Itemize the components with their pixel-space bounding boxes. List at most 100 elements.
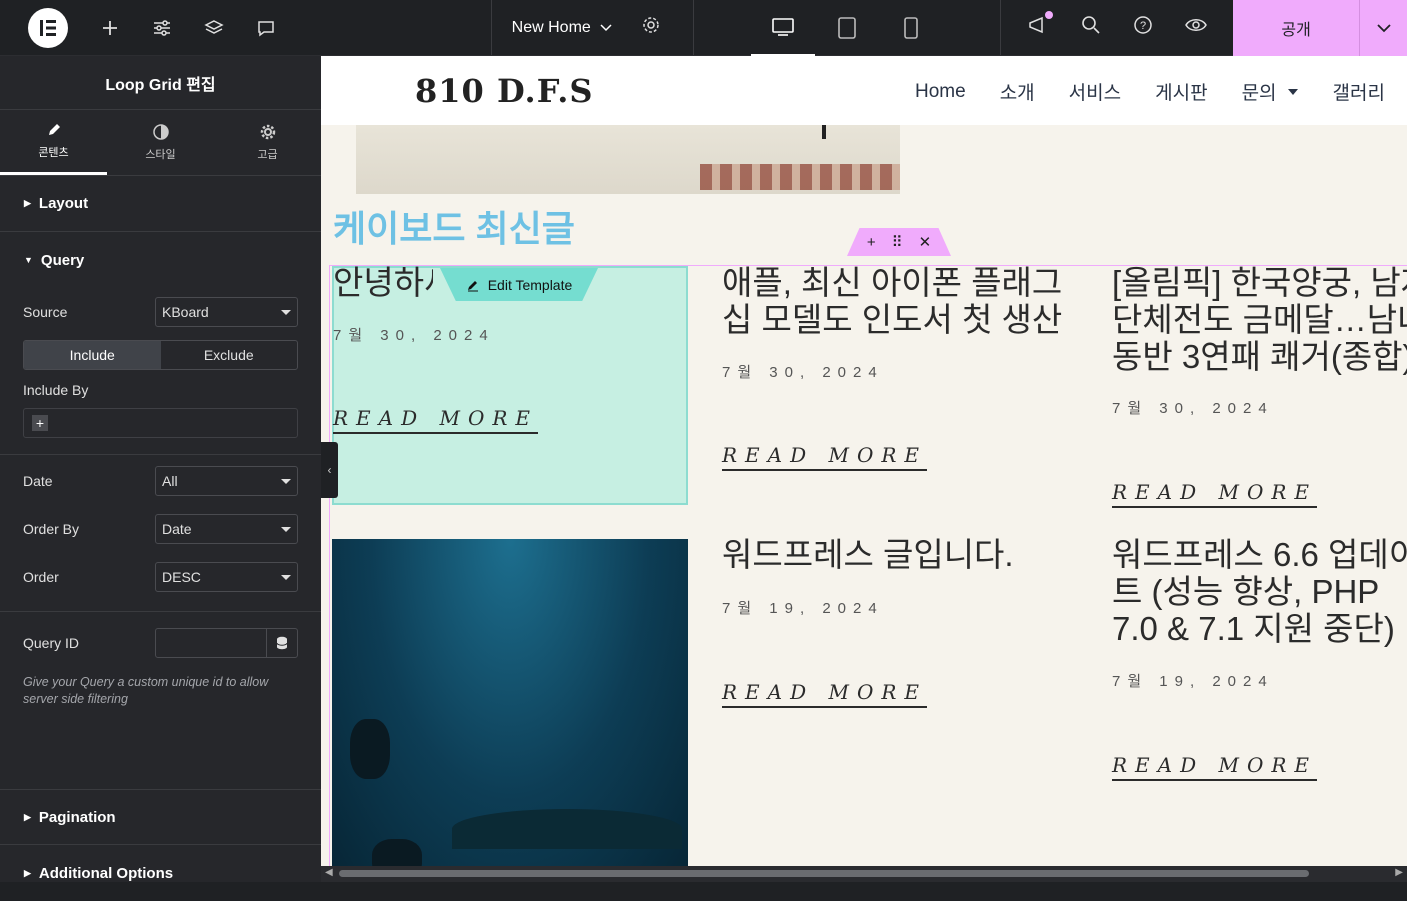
chevron-down-icon [1376, 24, 1391, 33]
edit-template-button[interactable]: Edit Template [440, 268, 598, 301]
caret-down-icon: ▼ [24, 255, 33, 265]
site-logo[interactable]: 810 D.F.S [415, 72, 593, 110]
caret-down-icon [1287, 88, 1298, 95]
read-more-link[interactable]: READ MORE [1112, 753, 1318, 781]
include-tab[interactable]: Include [24, 341, 161, 369]
caret-right-icon: ▶ [24, 867, 31, 878]
page-settings-icon[interactable] [641, 15, 661, 40]
help-icon[interactable]: ? [1133, 15, 1153, 40]
plus-icon[interactable]: + [867, 234, 876, 251]
pencil-icon [467, 280, 478, 291]
tab-content[interactable]: 콘텐츠 [0, 110, 107, 175]
section-additional-options[interactable]: ▶ Additional Options [0, 845, 321, 901]
preview-eye-icon[interactable] [1185, 17, 1207, 38]
tab-label: 콘텐츠 [38, 147, 69, 159]
section-layout[interactable]: ▶ Layout [0, 176, 321, 232]
responsive-modes [694, 0, 1002, 56]
post-title[interactable]: 워드프레스 글입니다. [722, 536, 1077, 573]
contrast-icon [152, 123, 169, 140]
publish-button[interactable]: 공개 [1233, 0, 1360, 56]
tab-advanced[interactable]: 고급 [214, 110, 321, 175]
scrollbar-thumb[interactable] [339, 870, 1309, 877]
source-value: KBoard [162, 304, 209, 320]
horizontal-scrollbar[interactable]: ◀ ▶ [321, 866, 1407, 882]
source-label: Source [23, 304, 68, 320]
date-value: All [162, 473, 178, 489]
query-id-label: Query ID [23, 635, 80, 651]
nav-home[interactable]: Home [915, 78, 966, 105]
nav-about[interactable]: 소개 [1000, 78, 1035, 105]
page-selector[interactable]: New Home [492, 0, 694, 55]
section-label: Query [40, 251, 85, 269]
date-select[interactable]: All [155, 466, 298, 496]
post-title[interactable]: [올림픽] 한국양궁, 남자 단체전도 금메달…남녀 동반 3연패 쾌거(종합) [1112, 264, 1407, 375]
container-handle[interactable]: + ⠿ ✕ [847, 228, 951, 256]
topbar-tools: ? [1001, 0, 1233, 55]
post-title[interactable]: 안녕하세 [333, 264, 433, 301]
publish-options-button[interactable] [1359, 0, 1407, 56]
drag-handle-icon[interactable]: ⠿ [892, 233, 903, 251]
query-id-input[interactable] [155, 628, 298, 658]
section-heading: 케이보드 최신글 [333, 208, 575, 249]
nav-contact[interactable]: 문의 [1242, 78, 1299, 105]
chevron-down-icon [600, 23, 612, 31]
image-detail [700, 164, 900, 190]
exclude-tab[interactable]: Exclude [161, 341, 298, 369]
site-header: 810 D.F.S Home 소개 서비스 게시판 문의 갤러리 [321, 56, 1407, 125]
layers-icon[interactable] [188, 0, 240, 56]
include-by-field[interactable]: + [23, 408, 298, 438]
order-control: Order DESC [0, 553, 321, 601]
mobile-icon[interactable] [879, 0, 943, 56]
section-label: Layout [38, 195, 89, 212]
divider [0, 454, 321, 455]
nav-services[interactable]: 서비스 [1069, 78, 1121, 105]
caret-down-icon [281, 309, 291, 315]
gear-icon [260, 124, 275, 139]
orderby-control: Order By Date [0, 505, 321, 553]
read-more-link[interactable]: READ MORE [333, 406, 539, 434]
whats-new-icon[interactable] [1027, 11, 1054, 40]
order-value: DESC [162, 569, 201, 585]
elementor-logo[interactable] [28, 7, 68, 48]
read-more-link[interactable]: READ MORE [722, 680, 928, 708]
section-pagination[interactable]: ▶ Pagination [0, 789, 321, 845]
scroll-left-icon[interactable]: ◀ [325, 867, 333, 878]
tablet-icon[interactable] [815, 0, 879, 56]
date-control: Date All [0, 457, 321, 505]
read-more-link[interactable]: READ MORE [1112, 480, 1318, 508]
tab-style[interactable]: 스타일 [107, 110, 214, 175]
scroll-right-icon[interactable]: ▶ [1395, 867, 1403, 878]
read-more-link[interactable]: READ MORE [722, 443, 928, 471]
nav-board[interactable]: 게시판 [1155, 78, 1207, 105]
container-outline [329, 265, 330, 866]
post-date: 7월 30, 2024 [1112, 400, 1274, 417]
orderby-select[interactable]: Date [155, 514, 298, 544]
section-query[interactable]: ▼ Query [0, 232, 321, 288]
loop-item-editing[interactable]: Edit Template [332, 266, 688, 505]
desktop-icon[interactable] [750, 0, 815, 56]
collapse-panel-button[interactable]: ‹ [321, 442, 338, 498]
caret-down-icon [281, 574, 291, 580]
search-icon[interactable] [1081, 15, 1101, 40]
image-detail [452, 809, 682, 849]
post-title[interactable]: 애플, 최신 아이폰 플래그십 모델도 인도서 첫 생산 [722, 264, 1077, 338]
database-icon[interactable] [266, 629, 297, 657]
nav-gallery[interactable]: 갤러리 [1333, 78, 1385, 105]
comments-icon[interactable] [240, 0, 292, 56]
post-title[interactable]: 워드프레스 6.6 업데이트 (성능 향상, PHP 7.0 & 7.1 지원 … [1112, 536, 1407, 647]
plus-icon[interactable]: + [32, 415, 48, 431]
site-settings-icon[interactable] [136, 0, 188, 56]
page-name: New Home [511, 18, 591, 36]
image-detail [350, 719, 390, 779]
add-element-icon[interactable] [84, 0, 136, 56]
post-thumbnail[interactable] [332, 539, 688, 866]
tab-label: 스타일 [145, 148, 176, 161]
chevron-left-icon: ‹ [327, 463, 332, 477]
order-select[interactable]: DESC [155, 562, 298, 592]
panel-title: Loop Grid 편집 [0, 56, 321, 110]
source-select[interactable]: KBoard [155, 297, 298, 327]
caret-right-icon: ▶ [24, 198, 31, 208]
post-date: 7월 19, 2024 [1112, 673, 1274, 690]
nav-contact-label: 문의 [1241, 83, 1277, 104]
close-icon[interactable]: ✕ [919, 233, 932, 251]
